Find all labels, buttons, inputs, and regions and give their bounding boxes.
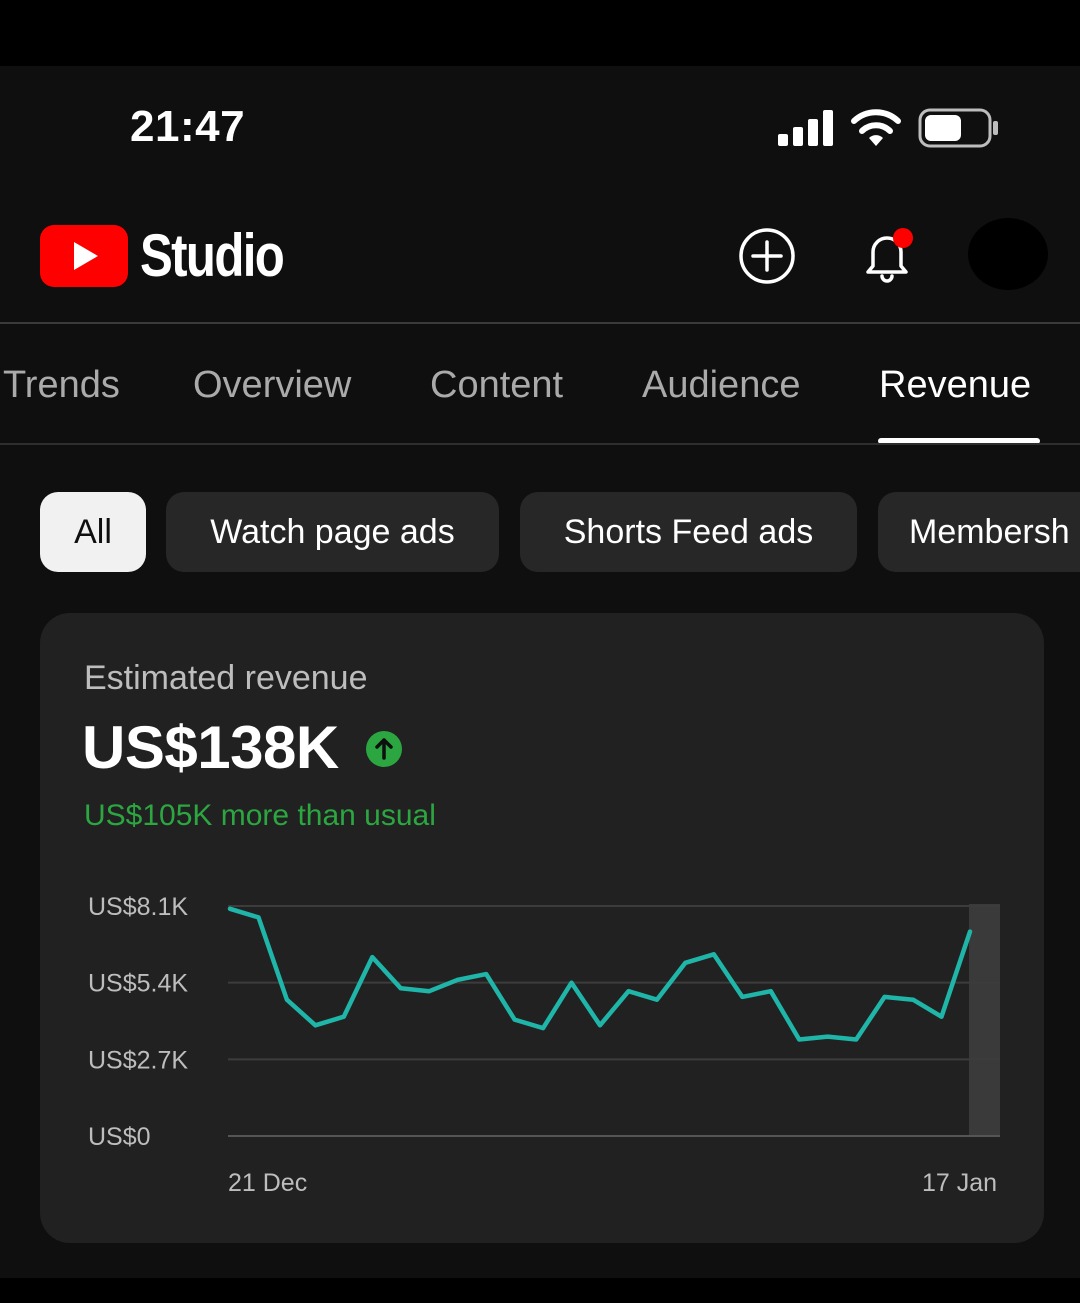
status-time: 21:47: [130, 102, 246, 151]
revenue-data-point: [768, 989, 773, 994]
highlighted-day-band: [969, 904, 1000, 1136]
x-tick-label: 17 Jan: [922, 1169, 997, 1197]
chip-all[interactable]: All: [40, 492, 146, 572]
revenue-data-point: [825, 1034, 830, 1039]
y-tick-label: US$0: [88, 1123, 151, 1151]
revenue-data-point: [968, 929, 972, 934]
tab-revenue[interactable]: Revenue: [879, 364, 1031, 407]
revenue-data-point: [740, 994, 745, 999]
tab-overview[interactable]: Overview: [193, 364, 351, 407]
revenue-data-point: [427, 989, 432, 994]
tabs-divider: [0, 443, 1080, 445]
revenue-data-point: [939, 1014, 944, 1019]
revenue-data-point: [882, 994, 887, 999]
account-avatar[interactable]: [968, 218, 1048, 290]
revenue-data-point: [911, 997, 916, 1002]
revenue-data-point: [370, 955, 375, 960]
revenue-data-point: [711, 952, 716, 957]
revenue-data-point: [228, 906, 232, 911]
revenue-data-point: [569, 980, 574, 985]
revenue-data-point: [683, 960, 688, 965]
revenue-data-point: [854, 1037, 859, 1042]
create-button[interactable]: [735, 224, 799, 288]
revenue-data-point: [541, 1026, 546, 1031]
y-tick-label: US$2.7K: [88, 1046, 188, 1074]
analytics-tabs: Trends Overview Content Audience Revenue: [0, 324, 1080, 444]
revenue-line-chart[interactable]: US$8.1K US$5.4K US$2.7K US$0 21 Dec 17 Jan: [40, 613, 1044, 1243]
tab-audience[interactable]: Audience: [642, 364, 800, 407]
chip-memberships[interactable]: Membersh: [878, 492, 1080, 572]
wifi-icon: [851, 109, 901, 146]
chip-shorts-feed-ads[interactable]: Shorts Feed ads: [520, 492, 857, 572]
chip-watch-page-ads[interactable]: Watch page ads: [166, 492, 499, 572]
battery-icon: [918, 108, 998, 148]
revenue-data-point: [626, 989, 631, 994]
brand-name: Studio: [140, 222, 285, 289]
estimated-revenue-card[interactable]: Estimated revenue US$138K US$105K more t…: [40, 613, 1044, 1243]
create-plus-icon: [739, 228, 795, 284]
revenue-data-point: [797, 1037, 802, 1042]
revenue-data-point: [598, 1023, 602, 1028]
y-tick-label: US$5.4K: [88, 970, 188, 998]
revenue-data-point: [484, 972, 489, 977]
revenue-series-line: [227, 906, 973, 1042]
cellular-signal-icon: [778, 110, 833, 146]
revenue-data-point: [313, 1023, 318, 1028]
revenue-data-point: [512, 1017, 517, 1022]
revenue-data-point: [256, 915, 261, 920]
revenue-data-point: [398, 986, 403, 991]
revenue-data-point: [455, 977, 460, 982]
notifications-button[interactable]: [855, 222, 919, 286]
revenue-data-point: [654, 997, 659, 1002]
revenue-data-point: [341, 1014, 346, 1019]
x-tick-label: 21 Dec: [228, 1169, 307, 1197]
revenue-data-point: [284, 997, 289, 1002]
notification-bell-icon: [866, 228, 913, 283]
tab-trends[interactable]: Trends: [3, 364, 120, 407]
youtube-studio-logo[interactable]: Studio: [40, 222, 315, 290]
youtube-play-icon: [40, 225, 128, 287]
y-tick-label: US$8.1K: [88, 893, 188, 921]
tab-content[interactable]: Content: [430, 364, 563, 407]
